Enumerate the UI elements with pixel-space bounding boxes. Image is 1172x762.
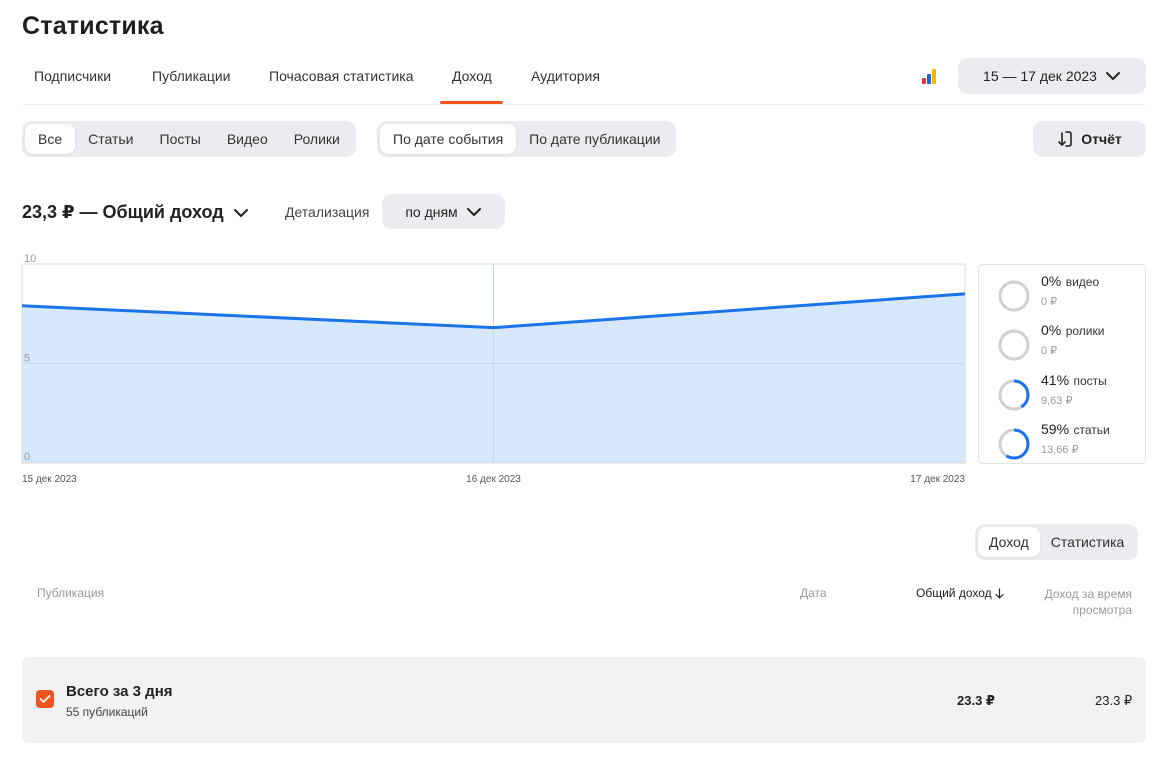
tab-publications[interactable]: Публикации (152, 68, 230, 104)
total-income-label: 23,3 ₽ — Общий доход (22, 202, 224, 222)
date-range-button[interactable]: 15 — 17 дек 2023 (958, 58, 1146, 94)
chevron-down-icon (1105, 72, 1120, 80)
chart-y-tick-label: 10 (24, 253, 36, 265)
income-chart: 10 5 0 15 дек 2023 16 дек 2023 17 дек 2023 (0, 240, 975, 490)
column-header-publication[interactable]: Публикация (37, 586, 104, 600)
breakdown-pct: 59% (1041, 421, 1070, 437)
view-income[interactable]: Доход (978, 527, 1040, 557)
filter-articles[interactable]: Статьи (75, 124, 146, 154)
chart-y-tick-label: 5 (24, 353, 30, 365)
date-range-label: 15 — 17 дек 2023 (983, 68, 1097, 84)
total-row-income: 23.3 ₽ (957, 693, 995, 708)
column-header-view-income[interactable]: Доход за время просмотра (1026, 586, 1132, 618)
filter-videos[interactable]: Видео (214, 124, 281, 154)
total-income-selector[interactable]: 23,3 ₽ — Общий доход (22, 202, 249, 223)
report-button[interactable]: Отчёт (1033, 121, 1146, 157)
report-label: Отчёт (1081, 131, 1122, 147)
tab-audience[interactable]: Аудитория (531, 68, 600, 104)
total-row-subtitle: 55 публикаций (66, 705, 148, 719)
sort-arrow-down-icon (995, 587, 1004, 599)
total-row-title: Всего за 3 дня (66, 683, 173, 700)
breakdown-sum: 0 ₽ (1041, 296, 1058, 308)
detail-value: по дням (405, 203, 458, 220)
breakdown-label: ролики (1065, 324, 1105, 338)
column-header-date[interactable]: Дата (800, 586, 827, 600)
donut-articles-icon (998, 428, 1030, 460)
table-total-row[interactable]: Всего за 3 дня 55 публикаций 23.3 ₽ 23.3… (22, 657, 1146, 743)
breakdown-label: посты (1073, 374, 1107, 388)
download-report-icon (1058, 131, 1073, 147)
breakdown-pct: 0% (1041, 273, 1062, 289)
breakdown-sum: 9,63 ₽ (1041, 395, 1073, 407)
tab-subscribers[interactable]: Подписчики (34, 68, 111, 104)
content-type-filter: Все Статьи Посты Видео Ролики (22, 121, 356, 157)
breakdown-label: статьи (1073, 423, 1110, 437)
checkmark-icon (39, 695, 51, 703)
detail-label: Детализация (285, 204, 370, 220)
breakdown-label: видео (1065, 275, 1100, 289)
chevron-down-icon (466, 207, 481, 216)
chart-x-tick-label: 16 дек 2023 (466, 474, 521, 485)
view-statistics[interactable]: Статистика (1040, 527, 1136, 557)
chart-y-tick-label: 0 (24, 451, 30, 463)
bar-chart-icon[interactable] (922, 68, 942, 84)
tab-hourly-stats[interactable]: Почасовая статистика (269, 68, 414, 104)
chevron-down-icon (233, 208, 248, 217)
filter-shorts[interactable]: Ролики (281, 124, 353, 154)
filter-all[interactable]: Все (25, 124, 76, 154)
detail-dropdown[interactable]: по дням (382, 194, 505, 229)
page-title: Статистика (22, 12, 164, 40)
breakdown-sum: 13,66 ₽ (1041, 444, 1079, 456)
table-view-toggle: Доход Статистика (975, 524, 1139, 560)
chart-x-tick-label: 15 дек 2023 (22, 474, 77, 485)
mode-by-publication-date[interactable]: По дате публикации (516, 124, 673, 154)
total-row-view-income: 23.3 ₽ (1095, 693, 1133, 708)
column-header-view-income-line2: просмотра (1072, 603, 1132, 617)
column-header-total-income[interactable]: Общий доход (916, 586, 1004, 600)
tab-income[interactable]: Доход (440, 68, 503, 104)
chart-x-tick-label: 17 дек 2023 (910, 474, 965, 485)
donut-shorts-icon (998, 329, 1030, 361)
filter-posts[interactable]: Посты (147, 124, 214, 154)
donut-posts-icon (998, 379, 1030, 411)
breakdown-sum: 0 ₽ (1041, 345, 1058, 357)
mode-by-event-date[interactable]: По дате события (380, 124, 517, 154)
column-header-view-income-line1: Доход за время (1044, 587, 1132, 601)
column-header-total-income-label: Общий доход (916, 586, 992, 600)
breakdown-pct: 41% (1041, 372, 1070, 388)
donut-videos-icon (998, 280, 1030, 312)
total-row-checkbox[interactable] (36, 690, 54, 708)
breakdown-pct: 0% (1041, 322, 1062, 338)
date-mode-filter: По дате события По дате публикации (377, 121, 677, 157)
income-breakdown: 0% видео 0 ₽ 0% ролики 0 ₽ 41% посты 9,6… (978, 264, 1146, 464)
